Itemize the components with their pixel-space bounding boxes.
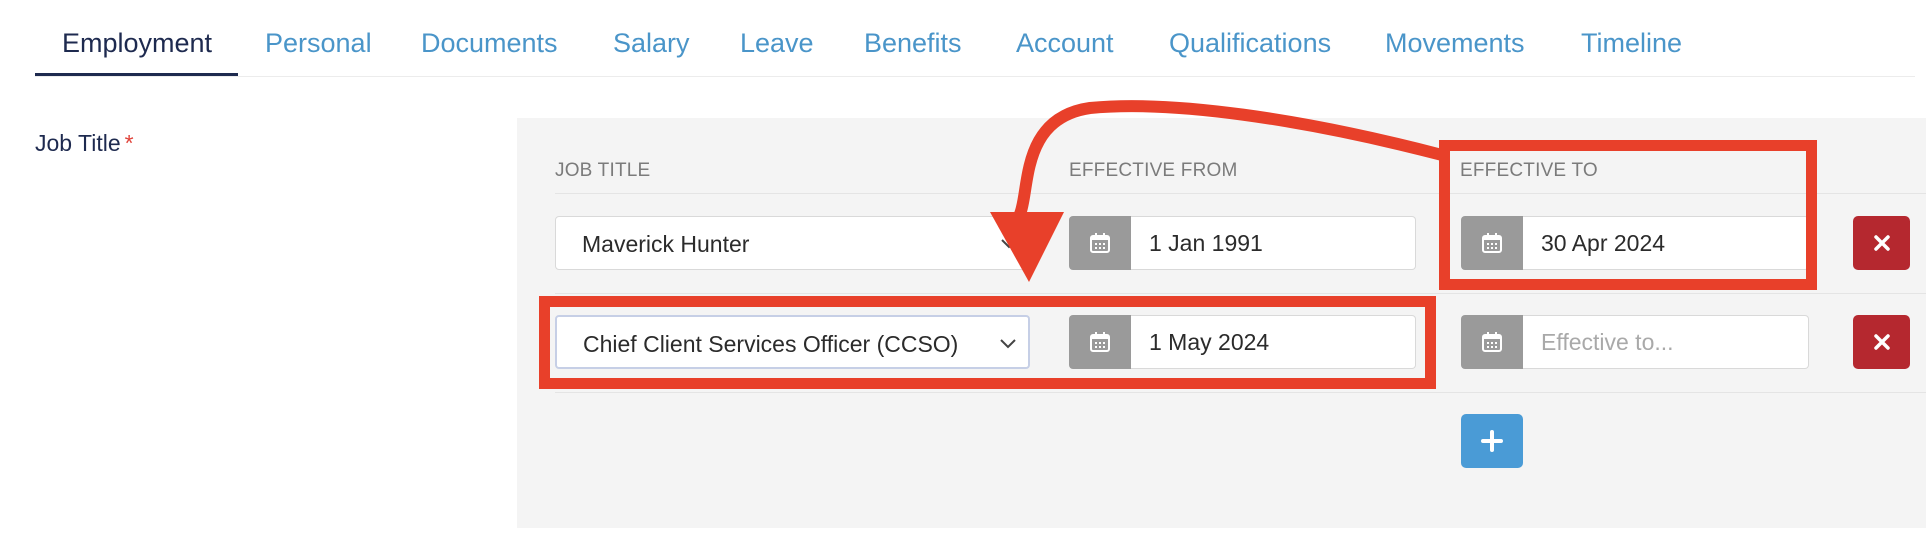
delete-row-button[interactable] — [1853, 315, 1910, 369]
job-title-select[interactable]: Maverick Hunter — [555, 216, 1030, 270]
effective-to-field: Effective to... — [1461, 315, 1809, 369]
add-row-button[interactable] — [1461, 414, 1523, 468]
calendar-icon[interactable] — [1069, 315, 1131, 369]
row-divider — [555, 193, 1926, 194]
column-header-effective-from: EFFECTIVE FROM — [1069, 160, 1238, 181]
tab-salary[interactable]: Salary — [613, 28, 690, 59]
tab-benefits[interactable]: Benefits — [864, 28, 962, 59]
row-divider — [555, 392, 1926, 393]
job-title-label: Job Title * — [35, 130, 134, 157]
chevron-down-icon — [1000, 339, 1016, 349]
job-title-value: Maverick Hunter — [582, 231, 750, 257]
tab-account[interactable]: Account — [1016, 28, 1114, 59]
tab-bar: Employment Personal Documents Salary Lea… — [35, 0, 1915, 77]
x-icon — [1873, 235, 1890, 251]
job-title-value: Chief Client Services Officer (CCSO) — [583, 331, 959, 357]
effective-from-input[interactable]: 1 Jan 1991 — [1131, 216, 1416, 270]
effective-from-input[interactable]: 1 May 2024 — [1131, 315, 1416, 369]
tab-employment[interactable]: Employment — [62, 28, 212, 59]
calendar-icon[interactable] — [1461, 216, 1523, 270]
delete-row-button[interactable] — [1853, 216, 1910, 270]
required-marker: * — [124, 130, 134, 156]
active-tab-indicator — [35, 73, 238, 76]
effective-to-input[interactable]: Effective to... — [1523, 315, 1809, 369]
tab-personal[interactable]: Personal — [265, 28, 372, 59]
calendar-icon[interactable] — [1461, 315, 1523, 369]
column-header-effective-to: EFFECTIVE TO — [1460, 160, 1598, 181]
tab-timeline[interactable]: Timeline — [1581, 28, 1682, 59]
job-title-label-text: Job Title — [35, 130, 121, 156]
tab-leave[interactable]: Leave — [740, 28, 814, 59]
job-title-select[interactable]: Chief Client Services Officer (CCSO) — [555, 315, 1030, 369]
tab-documents[interactable]: Documents — [421, 28, 558, 59]
x-icon — [1873, 334, 1890, 350]
effective-to-field: 30 Apr 2024 — [1461, 216, 1809, 270]
tab-movements[interactable]: Movements — [1385, 28, 1525, 59]
column-header-job-title: JOB TITLE — [555, 160, 651, 181]
row-divider — [555, 293, 1926, 294]
effective-from-field: 1 May 2024 — [1069, 315, 1416, 369]
calendar-icon[interactable] — [1069, 216, 1131, 270]
chevron-down-icon — [1001, 239, 1017, 249]
effective-to-input[interactable]: 30 Apr 2024 — [1523, 216, 1809, 270]
plus-icon — [1481, 430, 1503, 452]
tab-qualifications[interactable]: Qualifications — [1169, 28, 1331, 59]
effective-from-field: 1 Jan 1991 — [1069, 216, 1416, 270]
